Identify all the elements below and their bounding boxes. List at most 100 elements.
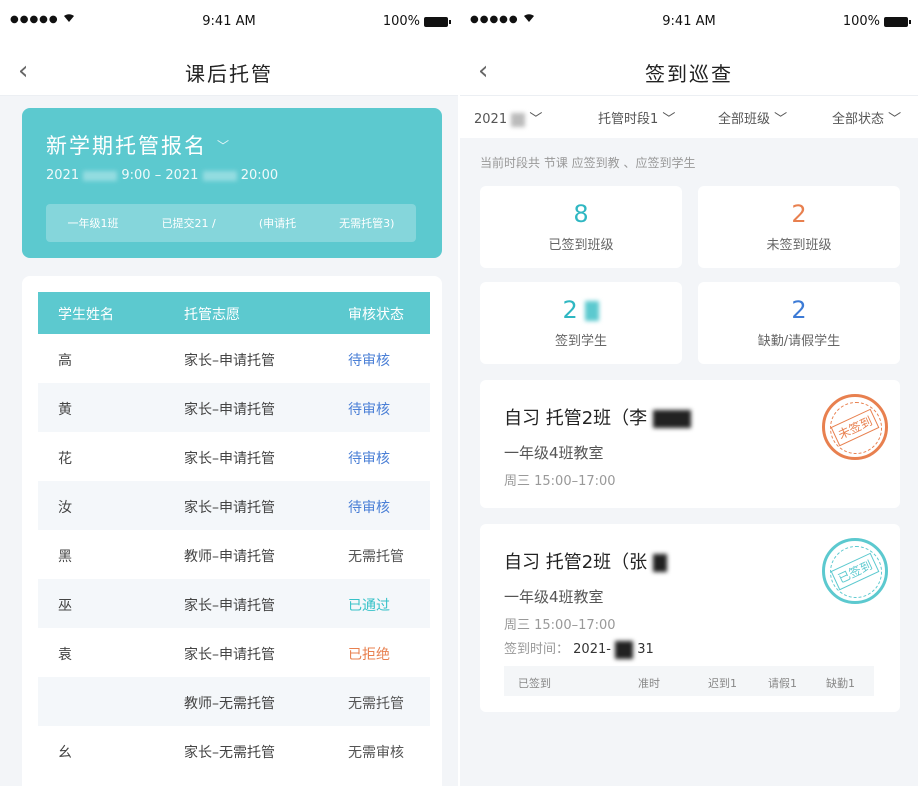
status-bar: ●●●●● 9:41 AM 100% xyxy=(460,0,918,46)
stat-signed-classes[interactable]: 8 已签到班级 xyxy=(480,186,682,268)
nav-bar: ‹ 签到巡查 xyxy=(460,46,918,96)
date-filter[interactable]: 2021 ﹀ xyxy=(474,108,542,127)
attendance-breakdown: 已签到 准时 迟到1 请假1 缺勤1 xyxy=(504,666,874,696)
review-status[interactable]: 待审核 xyxy=(348,448,390,468)
redacted xyxy=(511,112,526,127)
battery-percent: 100% xyxy=(382,14,420,29)
enrollment-stats: 一年级1班 已提交21 / (申请托 无需托管3) xyxy=(46,204,416,242)
class-filter-label: 全部班级 xyxy=(718,112,771,127)
class-room: 一年级4班教室 xyxy=(504,444,604,462)
class-room: 一年级4班教室 xyxy=(504,588,604,606)
class-time: 周三 15:00–17:00 xyxy=(504,618,616,633)
table-header: 学生姓名 托管志愿 审核状态 xyxy=(38,292,430,334)
left-screen: ●●●●● 9:41 AM 100% ‹ 课后托管 新学期托管报名 ﹀ 2021… xyxy=(0,0,458,786)
status-filter-label: 全部状态 xyxy=(832,112,885,127)
review-status[interactable]: 待审核 xyxy=(348,497,390,517)
signal-icon: ●●●●● xyxy=(470,14,519,25)
status-filter[interactable]: 全部状态 ﹀ xyxy=(832,108,901,127)
period-filter[interactable]: 托管时段1 ﹀ xyxy=(598,108,675,127)
class-title-text: 自习 托管2班（张 xyxy=(504,552,648,573)
stat-apply: (申请托 xyxy=(258,217,297,230)
enrollment-title[interactable]: 新学期托管报名 ﹀ xyxy=(46,130,231,160)
redacted xyxy=(652,554,667,572)
table-row[interactable]: 袁 家长–申请托管 已拒绝 xyxy=(38,628,430,677)
status-bar: ●●●●● 9:41 AM 100% xyxy=(0,0,458,46)
redacted xyxy=(202,170,237,181)
chevron-down-icon: ﹀ xyxy=(217,138,232,153)
class-filter[interactable]: 全部班级 ﹀ xyxy=(718,108,787,127)
stat-label: 缺勤/请假学生 xyxy=(757,334,841,349)
student-name: 汝 xyxy=(58,500,72,516)
battery-indicator: 100% xyxy=(842,14,911,29)
period-filter-label: 托管时段1 xyxy=(598,112,659,127)
session-info: 当前时段共 节课 应签到教 、应签到学生 xyxy=(480,156,696,170)
stat-unsigned-classes[interactable]: 2 未签到班级 xyxy=(698,186,900,268)
class-title: 自习 托管2班（李 xyxy=(504,404,691,430)
unsigned-stamp-icon: 未签到 xyxy=(822,394,888,460)
table-row[interactable]: 教师–无需托管 无需托管 xyxy=(38,677,430,726)
class-time: 周三 15:00–17:00 xyxy=(504,474,616,489)
table-row[interactable]: 幺 家长–无需托管 无需审核 xyxy=(38,726,430,775)
table-row[interactable]: 汝 家长–申请托管 待审核 xyxy=(38,481,430,530)
student-name: 花 xyxy=(58,451,72,467)
stat-number: 2 xyxy=(791,296,807,324)
enrollment-banner[interactable]: 新学期托管报名 ﹀ 2021 9:00 – 2021 20:00 一年级1班 已… xyxy=(22,108,442,258)
redacted xyxy=(83,170,118,181)
stat-number: 8 xyxy=(573,200,589,228)
table-row[interactable]: 高 家长–申请托管 待审核 xyxy=(38,334,430,383)
filter-bar: 2021 ﹀ 托管时段1 ﹀ 全部班级 ﹀ 全部状态 ﹀ xyxy=(460,96,918,138)
period-separator: – xyxy=(154,168,162,183)
sign-in-label: 签到时间： xyxy=(504,642,570,657)
wifi-icon xyxy=(62,12,76,27)
sign-in-tail: 31 xyxy=(637,642,654,657)
redacted xyxy=(652,410,691,428)
stat-label: 签到学生 xyxy=(554,334,607,349)
student-name: 高 xyxy=(58,353,72,369)
stat-no-need: 无需托管3) xyxy=(339,217,395,230)
student-name: 黄 xyxy=(58,402,72,418)
table-row[interactable]: 巫 家长–申请托管 已通过 xyxy=(38,579,430,628)
period-end-date: 2021 xyxy=(165,168,199,183)
review-status: 无需托管 xyxy=(348,696,404,712)
sub-leave: 请假1 xyxy=(768,677,797,690)
stat-absent-students[interactable]: 2 缺勤/请假学生 xyxy=(698,282,900,364)
wifi-icon xyxy=(522,12,536,27)
sign-in-time: 签到时间： 2021- 31 xyxy=(504,638,654,659)
status-time: 9:41 AM xyxy=(202,14,256,29)
care-choice: 教师–无需托管 xyxy=(184,696,275,712)
care-choice: 家长–申请托管 xyxy=(184,353,275,369)
care-choice: 教师–申请托管 xyxy=(184,549,275,565)
header-status: 审核状态 xyxy=(348,307,404,323)
enrollment-period: 2021 9:00 – 2021 20:00 xyxy=(46,168,278,183)
status-time: 9:41 AM xyxy=(662,14,716,29)
care-choice: 家长–申请托管 xyxy=(184,598,275,614)
sub-signed: 已签到 xyxy=(518,677,551,690)
battery-percent: 100% xyxy=(842,14,880,29)
class-card[interactable]: 自习 托管2班（李 一年级4班教室 周三 15:00–17:00 未签到 xyxy=(480,380,900,508)
header-choice: 托管志愿 xyxy=(184,307,240,323)
battery-indicator: 100% xyxy=(382,14,451,29)
signal-icon: ●●●●● xyxy=(10,14,59,25)
review-status[interactable]: 待审核 xyxy=(348,399,390,419)
care-choice: 家长–申请托管 xyxy=(184,402,275,418)
review-status[interactable]: 待审核 xyxy=(348,350,390,370)
sign-in-date: 2021- xyxy=(573,642,611,657)
page-title: 签到巡查 xyxy=(645,62,733,86)
class-title: 自习 托管2班（张 xyxy=(504,548,667,574)
student-name: 幺 xyxy=(58,745,72,761)
table-row[interactable]: 黑 教师–申请托管 无需托管 xyxy=(38,530,430,579)
review-status: 无需审核 xyxy=(348,745,404,761)
chevron-down-icon: ﹀ xyxy=(774,112,788,127)
battery-icon xyxy=(424,16,451,27)
stat-label: 未签到班级 xyxy=(766,238,832,253)
enrollment-title-text: 新学期托管报名 xyxy=(46,134,207,158)
stat-number: 2 xyxy=(791,200,807,228)
back-button[interactable]: ‹ xyxy=(478,56,488,86)
back-button[interactable]: ‹ xyxy=(18,56,28,86)
table-row[interactable]: 花 家长–申请托管 待审核 xyxy=(38,432,430,481)
stat-signed-students[interactable]: 2 签到学生 xyxy=(480,282,682,364)
table-row[interactable]: 黄 家长–申请托管 待审核 xyxy=(38,383,430,432)
class-card[interactable]: 自习 托管2班（张 一年级4班教室 周三 15:00–17:00 签到时间： 2… xyxy=(480,524,900,712)
chevron-down-icon: ﹀ xyxy=(529,112,543,127)
page-title: 课后托管 xyxy=(185,62,273,86)
